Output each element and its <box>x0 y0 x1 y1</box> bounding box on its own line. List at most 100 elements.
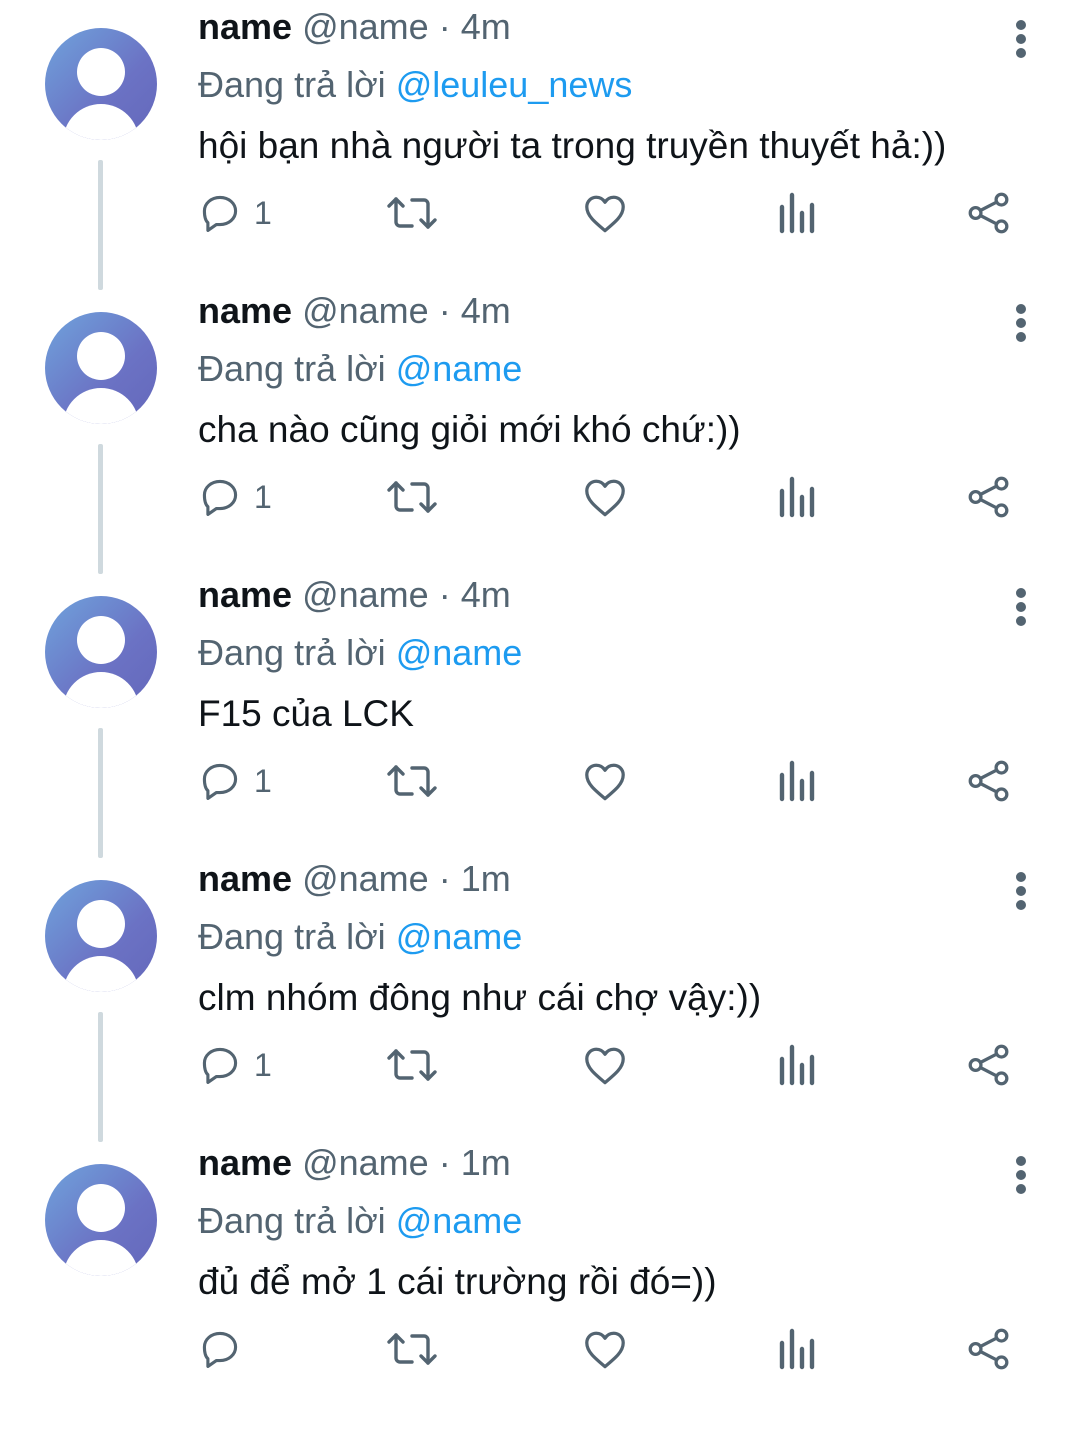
share-icon <box>968 192 1009 234</box>
like-button[interactable] <box>582 751 628 811</box>
more-vertical-icon[interactable] <box>1005 864 1037 914</box>
tweet[interactable]: name @name · 4m Đang trả lời @leuleu_new… <box>0 6 1080 304</box>
reply-count: 1 <box>254 1046 272 1083</box>
tweet-text: hội bạn nhà người ta trong truyền thuyết… <box>198 125 947 166</box>
views-button[interactable] <box>776 1035 816 1095</box>
tweet[interactable]: name @name · 4m Đang trả lời @name F15 c… <box>0 574 1080 872</box>
reply-icon <box>202 763 238 800</box>
avatar[interactable] <box>45 28 157 140</box>
views-icon <box>779 1044 815 1086</box>
share-button[interactable] <box>966 183 1012 243</box>
heart-icon <box>585 763 625 801</box>
display-name[interactable]: name <box>198 858 292 899</box>
share-icon <box>968 760 1009 802</box>
reply-button[interactable] <box>198 1319 254 1379</box>
reply-count: 1 <box>254 478 272 515</box>
avatar-shoulders <box>63 1240 139 1276</box>
timestamp[interactable]: 4m <box>461 6 511 47</box>
retweet-icon <box>387 1333 437 1365</box>
display-name[interactable]: name <box>198 574 292 615</box>
more-vertical-icon[interactable] <box>1005 12 1037 62</box>
replying-to: Đang trả lời @leuleu_news <box>198 60 632 110</box>
tweet-thread: name @name · 4m Đang trả lời @leuleu_new… <box>0 0 1080 1370</box>
retweet-icon <box>387 481 437 513</box>
separator-dot: · <box>438 290 451 331</box>
separator-dot: · <box>438 6 451 47</box>
retweet-button[interactable] <box>386 1035 438 1095</box>
display-name[interactable]: name <box>198 1142 292 1183</box>
tweet-header: name @name · 4m <box>198 2 511 52</box>
like-button[interactable] <box>582 1035 628 1095</box>
avatar[interactable] <box>45 880 157 992</box>
mention-link[interactable]: @name <box>396 348 523 389</box>
replying-prefix: Đang trả lời <box>198 1200 386 1241</box>
share-icon <box>968 1044 1009 1086</box>
retweet-button[interactable] <box>386 751 438 811</box>
reply-icon <box>202 1047 238 1084</box>
tweet-text: cha nào cũng giỏi mới khó chứ:)) <box>198 409 741 450</box>
action-bar: 1 <box>0 183 1080 243</box>
retweet-button[interactable] <box>386 183 438 243</box>
mention-link[interactable]: @name <box>396 1200 523 1241</box>
retweet-button[interactable] <box>386 1319 438 1379</box>
tweet-header: name @name · 4m <box>198 286 511 336</box>
user-handle[interactable]: @name <box>302 858 429 899</box>
display-name[interactable]: name <box>198 290 292 331</box>
more-vertical-icon[interactable] <box>1005 580 1037 630</box>
user-handle[interactable]: @name <box>302 290 429 331</box>
user-handle[interactable]: @name <box>302 6 429 47</box>
tweet[interactable]: name @name · 1m Đang trả lời @name clm n… <box>0 858 1080 1156</box>
more-vertical-icon[interactable] <box>1005 1148 1037 1198</box>
timestamp[interactable]: 4m <box>461 574 511 615</box>
display-name[interactable]: name <box>198 6 292 47</box>
avatar[interactable] <box>45 596 157 708</box>
more-vertical-icon[interactable] <box>1005 296 1037 346</box>
tweet-header: name @name · 4m <box>198 570 511 620</box>
timestamp[interactable]: 1m <box>461 1142 511 1183</box>
retweet-button[interactable] <box>386 467 438 527</box>
views-button[interactable] <box>776 1319 816 1379</box>
like-button[interactable] <box>582 183 628 243</box>
reply-button[interactable]: 1 <box>198 751 272 811</box>
reply-count: 1 <box>254 194 272 231</box>
share-button[interactable] <box>966 467 1012 527</box>
avatar[interactable] <box>45 312 157 424</box>
like-button[interactable] <box>582 467 628 527</box>
reply-icon <box>202 479 238 516</box>
reply-button[interactable]: 1 <box>198 183 272 243</box>
views-icon <box>779 1328 815 1370</box>
views-button[interactable] <box>776 183 816 243</box>
like-button[interactable] <box>582 1319 628 1379</box>
replying-prefix: Đang trả lời <box>198 632 386 673</box>
tweet-text: đủ để mở 1 cái trường rồi đó=)) <box>198 1261 717 1302</box>
tweet[interactable]: name @name · 1m Đang trả lời @name đủ để… <box>0 1142 1080 1440</box>
avatar-head <box>77 48 125 96</box>
timestamp[interactable]: 1m <box>461 858 511 899</box>
share-button[interactable] <box>966 1035 1012 1095</box>
mention-link[interactable]: @name <box>396 632 523 673</box>
action-bar: 1 <box>0 1035 1080 1095</box>
mention-link[interactable]: @name <box>396 916 523 957</box>
mention-link[interactable]: @leuleu_news <box>396 64 633 105</box>
action-bar: 1 <box>0 467 1080 527</box>
share-icon <box>968 1328 1009 1370</box>
replying-to: Đang trả lời @name <box>198 912 522 962</box>
retweet-icon <box>387 197 437 229</box>
user-handle[interactable]: @name <box>302 1142 429 1183</box>
share-button[interactable] <box>966 1319 1012 1379</box>
tweet[interactable]: name @name · 4m Đang trả lời @name cha n… <box>0 290 1080 588</box>
tweet-header: name @name · 1m <box>198 854 511 904</box>
replying-prefix: Đang trả lời <box>198 64 386 105</box>
action-bar <box>0 1319 1080 1379</box>
avatar[interactable] <box>45 1164 157 1276</box>
reply-button[interactable]: 1 <box>198 467 272 527</box>
views-button[interactable] <box>776 751 816 811</box>
replying-prefix: Đang trả lời <box>198 916 386 957</box>
timestamp[interactable]: 4m <box>461 290 511 331</box>
replying-to: Đang trả lời @name <box>198 344 522 394</box>
user-handle[interactable]: @name <box>302 574 429 615</box>
heart-icon <box>585 195 625 233</box>
views-button[interactable] <box>776 467 816 527</box>
share-button[interactable] <box>966 751 1012 811</box>
reply-button[interactable]: 1 <box>198 1035 272 1095</box>
